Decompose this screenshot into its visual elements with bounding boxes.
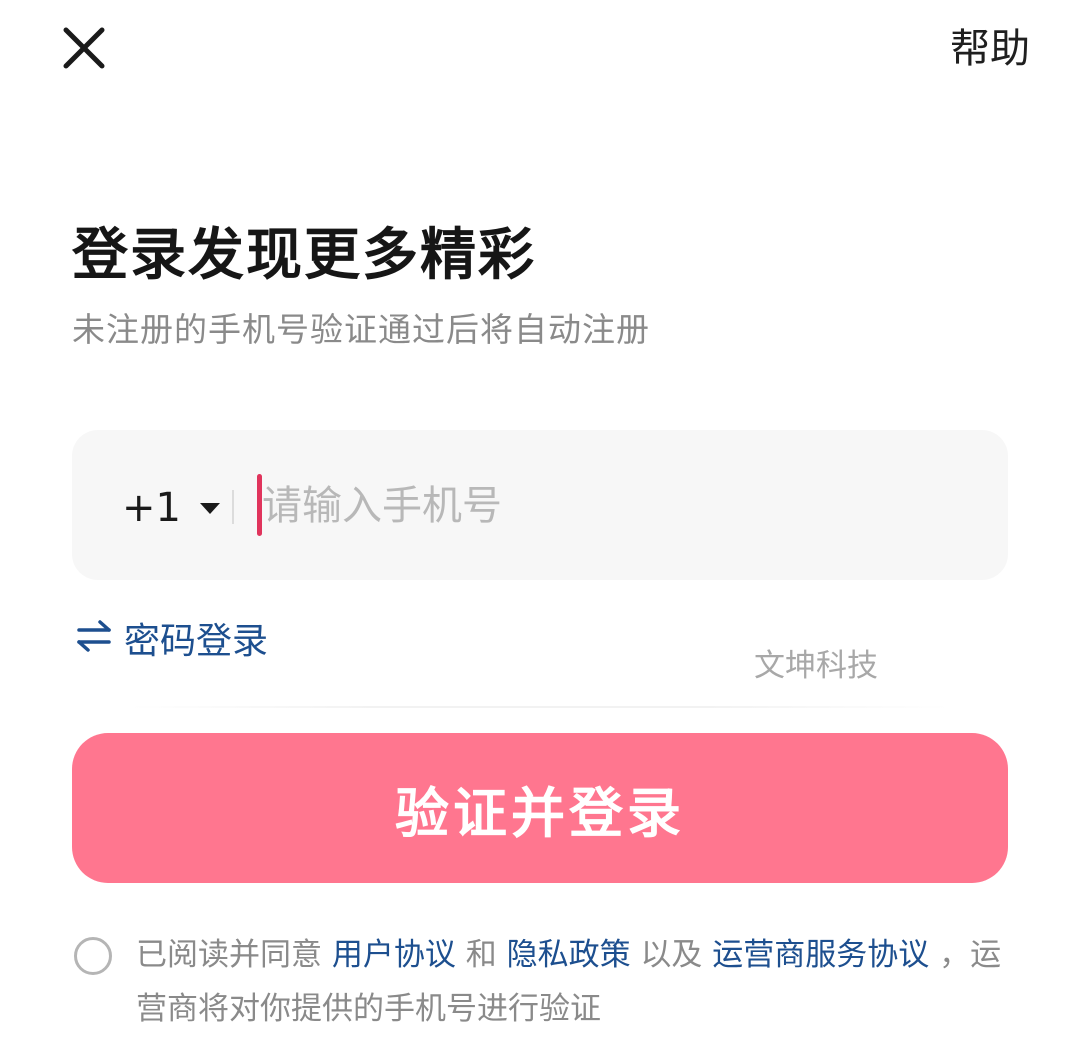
- divider-line: [130, 706, 950, 708]
- password-login-label: 密码登录: [124, 621, 269, 662]
- password-login-link[interactable]: 密码登录: [76, 612, 268, 664]
- agreement-text: 已阅读并同意 用户协议 和 隐私政策 以及 运营商服务协议 ，运营商将对你提供的…: [136, 928, 1016, 1036]
- swap-arrows-icon: [76, 620, 112, 656]
- close-button[interactable]: [56, 22, 112, 78]
- country-code-selector[interactable]: +1: [122, 478, 221, 538]
- agreement-and-also: 以及: [630, 937, 713, 973]
- page-title: 登录发现更多精彩: [72, 223, 536, 288]
- privacy-policy-link[interactable]: 隐私政策: [507, 937, 631, 973]
- help-link[interactable]: 帮助: [950, 22, 1030, 76]
- carrier-agreement-link[interactable]: 运营商服务协议: [712, 937, 929, 973]
- verify-login-button[interactable]: 验证并登录: [72, 733, 1008, 883]
- page-subtitle: 未注册的手机号验证通过后将自动注册: [72, 310, 650, 349]
- agreement-prefix: 已阅读并同意: [136, 937, 332, 973]
- agreement-checkbox[interactable]: [74, 937, 112, 975]
- input-divider: [232, 490, 234, 524]
- watermark-text: 文坤科技: [754, 648, 878, 684]
- caret-down-icon: [199, 501, 221, 515]
- user-agreement-link[interactable]: 用户协议: [332, 937, 456, 973]
- close-icon: [60, 24, 108, 76]
- country-code-label: +1: [122, 485, 181, 531]
- phone-number-input[interactable]: [262, 474, 962, 538]
- agreement-and: 和: [455, 937, 507, 973]
